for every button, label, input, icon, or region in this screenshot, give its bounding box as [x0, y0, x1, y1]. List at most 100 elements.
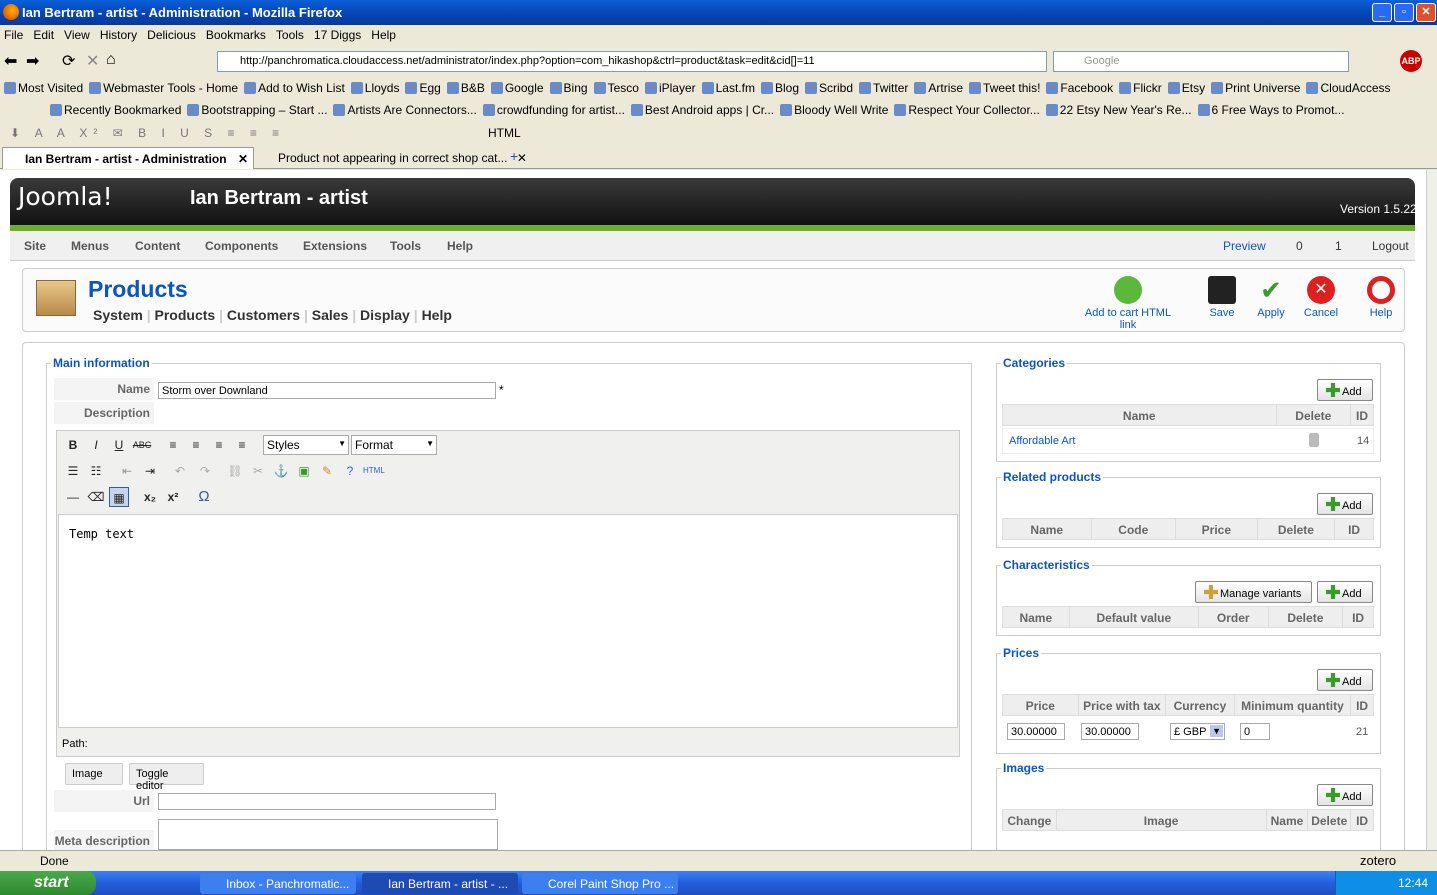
bookmark-item[interactable]: Most Visited	[4, 81, 83, 95]
bookmark-item[interactable]: Blog	[760, 81, 799, 95]
add-image-button[interactable]: Add	[1317, 784, 1373, 806]
numbered-list-icon[interactable]: ☷	[86, 461, 106, 481]
logout-link[interactable]: Logout	[1372, 239, 1409, 253]
bookmark-item[interactable]: Tweet this!	[969, 81, 1040, 95]
new-tab-icon[interactable]: +	[510, 148, 518, 164]
currency-select[interactable]: £ GBP ▼	[1170, 723, 1225, 740]
html-toggle[interactable]: HTML	[488, 126, 521, 140]
bookmark-item[interactable]: Recently Bookmarked	[50, 103, 181, 117]
bookmark-item[interactable]: iPlayer	[644, 81, 696, 95]
link-icon[interactable]: ⛓	[225, 461, 245, 481]
submenu-products[interactable]: Products	[155, 307, 216, 323]
admin-menu-help[interactable]: Help	[447, 239, 473, 253]
bookmark-item[interactable]: Print Universe	[1211, 81, 1300, 95]
bookmark-item[interactable]: Respect Your Collector...	[894, 103, 1040, 117]
taskbar-item-inbox[interactable]: Inbox - Panchromatic...	[200, 873, 356, 894]
users-count[interactable]: 1	[1335, 239, 1342, 253]
bookmark-item[interactable]: Best Android apps | Cr...	[630, 103, 774, 117]
menu-bookmarks[interactable]: Bookmarks	[206, 28, 266, 42]
home-icon[interactable]: ⌂	[106, 51, 116, 69]
admin-menu-components[interactable]: Components	[205, 239, 278, 253]
help-button[interactable]: Help	[1364, 276, 1398, 319]
save-button[interactable]: Save	[1205, 276, 1239, 319]
submenu-customers[interactable]: Customers	[227, 307, 300, 323]
editor-content-area[interactable]: Temp text	[58, 514, 958, 728]
menu-help[interactable]: Help	[371, 28, 396, 42]
help-icon[interactable]: ?	[340, 461, 360, 481]
manage-variants-button[interactable]: Manage variants	[1195, 581, 1312, 603]
redo-icon[interactable]: ↷	[195, 461, 215, 481]
submenu-system[interactable]: System	[93, 307, 143, 323]
maximize-button[interactable]: ▫	[1394, 3, 1414, 22]
bookmark-item[interactable]: 22 Etsy New Year's Re...	[1045, 103, 1192, 117]
bookmark-item[interactable]: Flickr	[1119, 81, 1162, 95]
url-input[interactable]	[158, 793, 496, 810]
indent-icon[interactable]: ⇥	[140, 461, 160, 481]
reload-icon[interactable]: ⟳	[62, 51, 75, 71]
bookmark-item[interactable]: Egg	[405, 81, 441, 95]
menu-history[interactable]: History	[100, 28, 137, 42]
admin-menu-extensions[interactable]: Extensions	[303, 239, 367, 253]
admin-menu-content[interactable]: Content	[135, 239, 180, 253]
formatting-icons[interactable]: ⬇ A A X² ✉ B I U S ≡ ≡ ≡	[10, 126, 285, 140]
start-button[interactable]: start	[0, 871, 96, 895]
bookmark-item[interactable]: Webmaster Tools - Home	[89, 81, 238, 95]
name-input[interactable]: Storm over Downland	[158, 382, 496, 399]
bookmark-item[interactable]: Bootstrapping – Start ...	[187, 103, 327, 117]
align-center-icon[interactable]: ≡	[186, 435, 206, 455]
admin-menu-site[interactable]: Site	[24, 239, 46, 253]
cancel-button[interactable]: ✕ Cancel	[1302, 276, 1340, 319]
bookmark-item[interactable]: Bing	[549, 81, 588, 95]
add-to-cart-html-button[interactable]: Add to cart HTML link	[1076, 276, 1180, 331]
image-icon[interactable]: ▣	[294, 461, 314, 481]
menu-edit[interactable]: Edit	[33, 28, 54, 42]
min-quantity-input[interactable]: 0	[1240, 723, 1270, 740]
bookmark-item[interactable]: Etsy	[1167, 81, 1205, 95]
superscript-icon[interactable]: x²	[163, 487, 183, 507]
tab-administration[interactable]: Ian Bertram - artist - Administration ✕	[2, 147, 254, 169]
subscript-icon[interactable]: x₂	[140, 487, 160, 507]
anchor-icon[interactable]: ⚓	[271, 461, 291, 481]
minimize-button[interactable]: _	[1372, 3, 1392, 22]
bookmark-item[interactable]: Twitter	[859, 81, 908, 95]
menu-file[interactable]: File	[4, 28, 23, 42]
align-justify-icon[interactable]: ≡	[232, 435, 252, 455]
price-input[interactable]: 30.00000	[1007, 723, 1065, 740]
add-price-button[interactable]: Add	[1317, 669, 1373, 691]
tab-close-icon[interactable]: ✕	[517, 151, 527, 165]
cleanup-icon[interactable]: ✎	[317, 461, 337, 481]
bookmark-item[interactable]: 6 Free Ways to Promot...	[1197, 103, 1344, 117]
add-characteristic-button[interactable]: Add	[1317, 581, 1373, 603]
image-button[interactable]: Image	[65, 763, 123, 785]
vertical-scrollbar[interactable]	[1426, 170, 1437, 850]
bookmark-item[interactable]: Facebook	[1046, 81, 1113, 95]
bookmark-item[interactable]: Artrise	[914, 81, 963, 95]
toggle-editor-button[interactable]: Toggle editor	[129, 763, 204, 792]
outdent-icon[interactable]: ⇤	[117, 461, 137, 481]
category-link[interactable]: Affordable Art	[1009, 435, 1075, 447]
bookmark-item[interactable]: Scribd	[805, 81, 853, 95]
trash-icon[interactable]	[1309, 433, 1319, 447]
add-category-button[interactable]: Add	[1317, 379, 1373, 401]
preview-link[interactable]: Preview	[1223, 239, 1266, 253]
bookmark-item[interactable]: B&B	[446, 81, 485, 95]
bold-icon[interactable]: B	[63, 435, 83, 455]
html-source-icon[interactable]: HTML	[363, 461, 385, 481]
submenu-sales[interactable]: Sales	[312, 307, 349, 323]
align-left-icon[interactable]: ≡	[163, 435, 183, 455]
admin-menu-menus[interactable]: Menus	[71, 239, 109, 253]
horizontal-rule-icon[interactable]: —	[63, 487, 83, 507]
taskbar-item-firefox[interactable]: Ian Bertram - artist - ...	[362, 873, 518, 894]
bullet-list-icon[interactable]: ☰	[63, 461, 83, 481]
strikethrough-icon[interactable]: ABC	[132, 435, 152, 455]
bookmark-item[interactable]: Lloyds	[350, 81, 399, 95]
menu-diggs[interactable]: 17 Diggs	[314, 28, 361, 42]
stop-icon[interactable]: ✕	[86, 51, 99, 71]
tab-product-issue[interactable]: Product not appearing in correct shop ca…	[256, 147, 527, 169]
search-box[interactable]: Google	[1053, 51, 1349, 72]
bookmark-item[interactable]: Add to Wish List	[244, 81, 345, 95]
back-icon[interactable]: ⬅	[4, 51, 17, 71]
messages-count[interactable]: 0	[1296, 239, 1303, 253]
menu-tools[interactable]: Tools	[276, 28, 304, 42]
tab-close-icon[interactable]: ✕	[238, 152, 248, 166]
